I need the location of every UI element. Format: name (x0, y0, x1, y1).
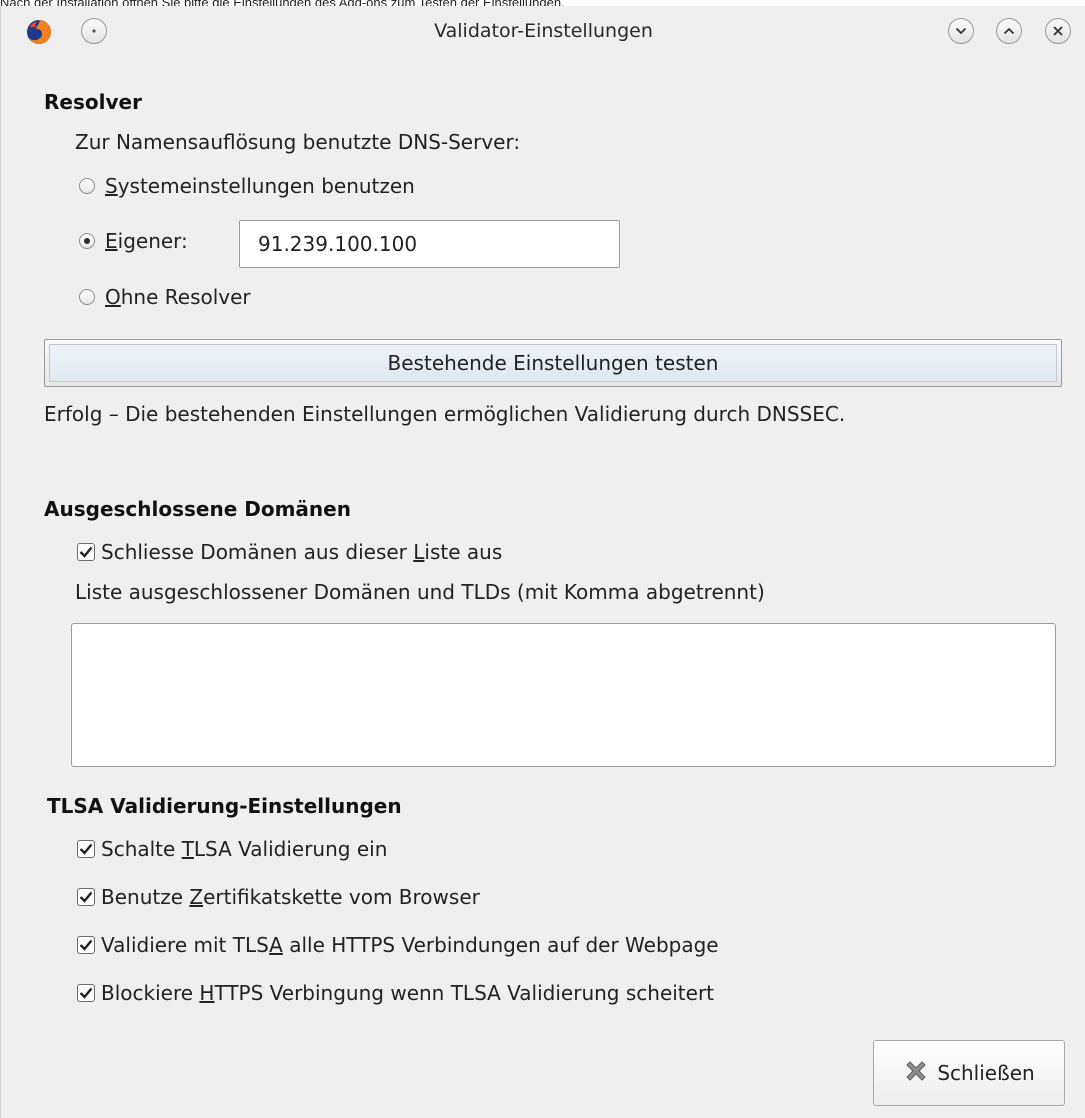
excluded-domains-heading: Ausgeschlossene Domänen (44, 497, 351, 521)
status-message: Erfolg – Die bestehenden Einstellungen e… (44, 402, 846, 426)
checkbox-checked-icon[interactable] (77, 984, 95, 1002)
test-settings-label: Bestehende Einstellungen testen (49, 344, 1057, 382)
radio-label-no-resolver: Ohne Resolver (105, 285, 251, 309)
close-dialog-button[interactable]: Schließen (873, 1040, 1065, 1106)
checkbox-checked-icon[interactable] (77, 543, 95, 561)
tlsa-enable-label: Schalte TLSA Validierung ein (101, 837, 388, 861)
close-dialog-label: Schließen (937, 1061, 1035, 1085)
validate-all-https-label: Validiere mit TLSA alle HTTPS Verbindung… (101, 933, 719, 957)
excluded-domains-textarea[interactable] (71, 623, 1056, 767)
window-title: Validator-Einstellungen (434, 20, 653, 42)
block-https-label: Blockiere HTTPS Verbingung wenn TLSA Val… (101, 981, 715, 1005)
radio-button[interactable] (79, 178, 95, 194)
browser-cert-chain-label: Benutze Zertifikatskette vom Browser (101, 885, 480, 909)
radio-button[interactable] (79, 289, 95, 305)
exclude-domains-label: Schliesse Domänen aus dieser Liste aus (101, 540, 503, 564)
title-bar[interactable]: Validator-Einstellungen (1, 6, 1085, 58)
validate-all-https-checkbox[interactable]: Validiere mit TLSA alle HTTPS Verbindung… (77, 933, 719, 957)
dns-server-label: Zur Namensauflösung benutzte DNS-Server: (75, 130, 521, 154)
checkbox-checked-icon[interactable] (77, 888, 95, 906)
close-icon[interactable] (1045, 18, 1071, 44)
radio-button-selected[interactable] (79, 233, 95, 249)
radio-label-custom: Eigener: (105, 229, 188, 253)
block-https-checkbox[interactable]: Blockiere HTTPS Verbingung wenn TLSA Val… (77, 981, 714, 1005)
x-icon (903, 1058, 929, 1089)
dialog-window: Validator-Einstellungen Resolver Zur Nam… (0, 6, 1085, 1118)
test-settings-button[interactable]: Bestehende Einstellungen testen (44, 339, 1062, 387)
custom-dns-input[interactable] (239, 220, 620, 268)
resolver-heading: Resolver (44, 90, 142, 114)
radio-custom[interactable]: Eigener: (79, 229, 188, 253)
tlsa-enable-checkbox[interactable]: Schalte TLSA Validierung ein (77, 837, 387, 861)
excluded-list-label: Liste ausgeschlossener Domänen und TLDs … (75, 580, 765, 604)
tlsa-heading: TLSA Validierung-Einstellungen (47, 794, 402, 818)
radio-label-system: Systemeinstellungen benutzen (105, 174, 415, 198)
browser-cert-chain-checkbox[interactable]: Benutze Zertifikatskette vom Browser (77, 885, 480, 909)
exclude-domains-checkbox[interactable]: Schliesse Domänen aus dieser Liste aus (77, 540, 502, 564)
maximize-icon[interactable] (996, 18, 1022, 44)
minimize-icon[interactable] (948, 18, 974, 44)
radio-no-resolver[interactable]: Ohne Resolver (79, 285, 251, 309)
radio-system-settings[interactable]: Systemeinstellungen benutzen (79, 174, 415, 198)
checkbox-checked-icon[interactable] (77, 936, 95, 954)
checkbox-checked-icon[interactable] (77, 840, 95, 858)
